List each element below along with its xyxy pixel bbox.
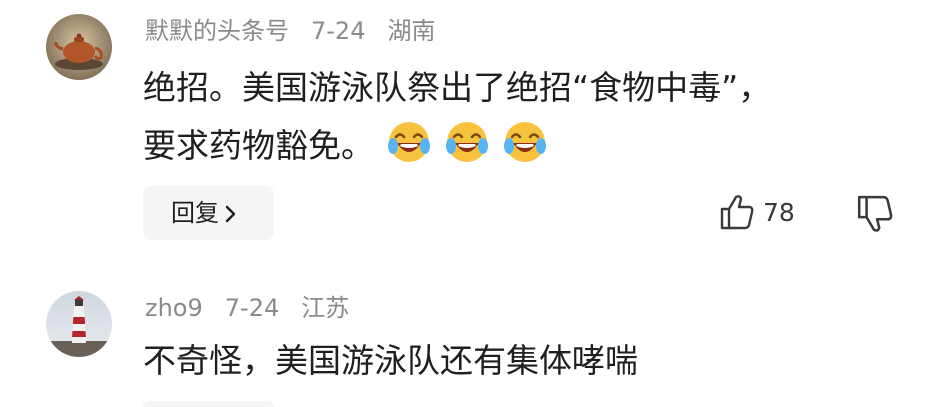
- comment-meta: zho9 7-24 江苏: [145, 293, 349, 323]
- comment-date: 7-24: [311, 17, 366, 45]
- comment-text: 不奇怪，美国游泳队还有集体哮喘: [143, 341, 638, 380]
- chevron-right-icon: [225, 205, 236, 223]
- dislike-button[interactable]: [856, 194, 894, 234]
- user-avatar[interactable]: [46, 14, 112, 80]
- comment-text-fragment: 要求药物豁免。: [143, 126, 374, 165]
- thumbs-down-icon: [857, 195, 893, 232]
- comment-location: 江苏: [301, 294, 350, 322]
- laugh-cry-emoji-icon: [446, 122, 488, 162]
- reply-button[interactable]: 回复: [143, 186, 274, 240]
- lighthouse-avatar-image: [46, 291, 112, 357]
- teapot-avatar-image: [46, 14, 112, 80]
- comment-item: zho9 7-24 江苏 不奇怪，美国游泳队还有集体哮喘: [0, 268, 935, 407]
- comment-text-line: 绝招。美国游泳队祭出了绝招“食物中毒”，: [143, 68, 772, 107]
- reply-button-partial[interactable]: [143, 401, 274, 407]
- comment-location: 湖南: [387, 17, 436, 45]
- laugh-cry-emoji-icon: [388, 122, 430, 162]
- reply-label: 回复: [171, 199, 219, 227]
- comment-meta: 默默的头条号 7-24 湖南: [145, 16, 435, 46]
- like-count: 78: [763, 197, 795, 227]
- username[interactable]: zho9: [145, 294, 203, 322]
- laugh-cry-emoji-icon: [504, 122, 546, 162]
- comment-text-line-2: 要求药物豁免。: [143, 116, 548, 176]
- comment-item: 默默的头条号 7-24 湖南 绝招。美国游泳队祭出了绝招“食物中毒”， 要求药物豁免…: [0, 0, 935, 268]
- username[interactable]: 默默的头条号: [145, 17, 289, 45]
- like-button[interactable]: 78: [719, 193, 795, 233]
- user-avatar[interactable]: [46, 291, 112, 357]
- thumbs-up-icon: [720, 195, 754, 230]
- comment-date: 7-24: [224, 294, 280, 322]
